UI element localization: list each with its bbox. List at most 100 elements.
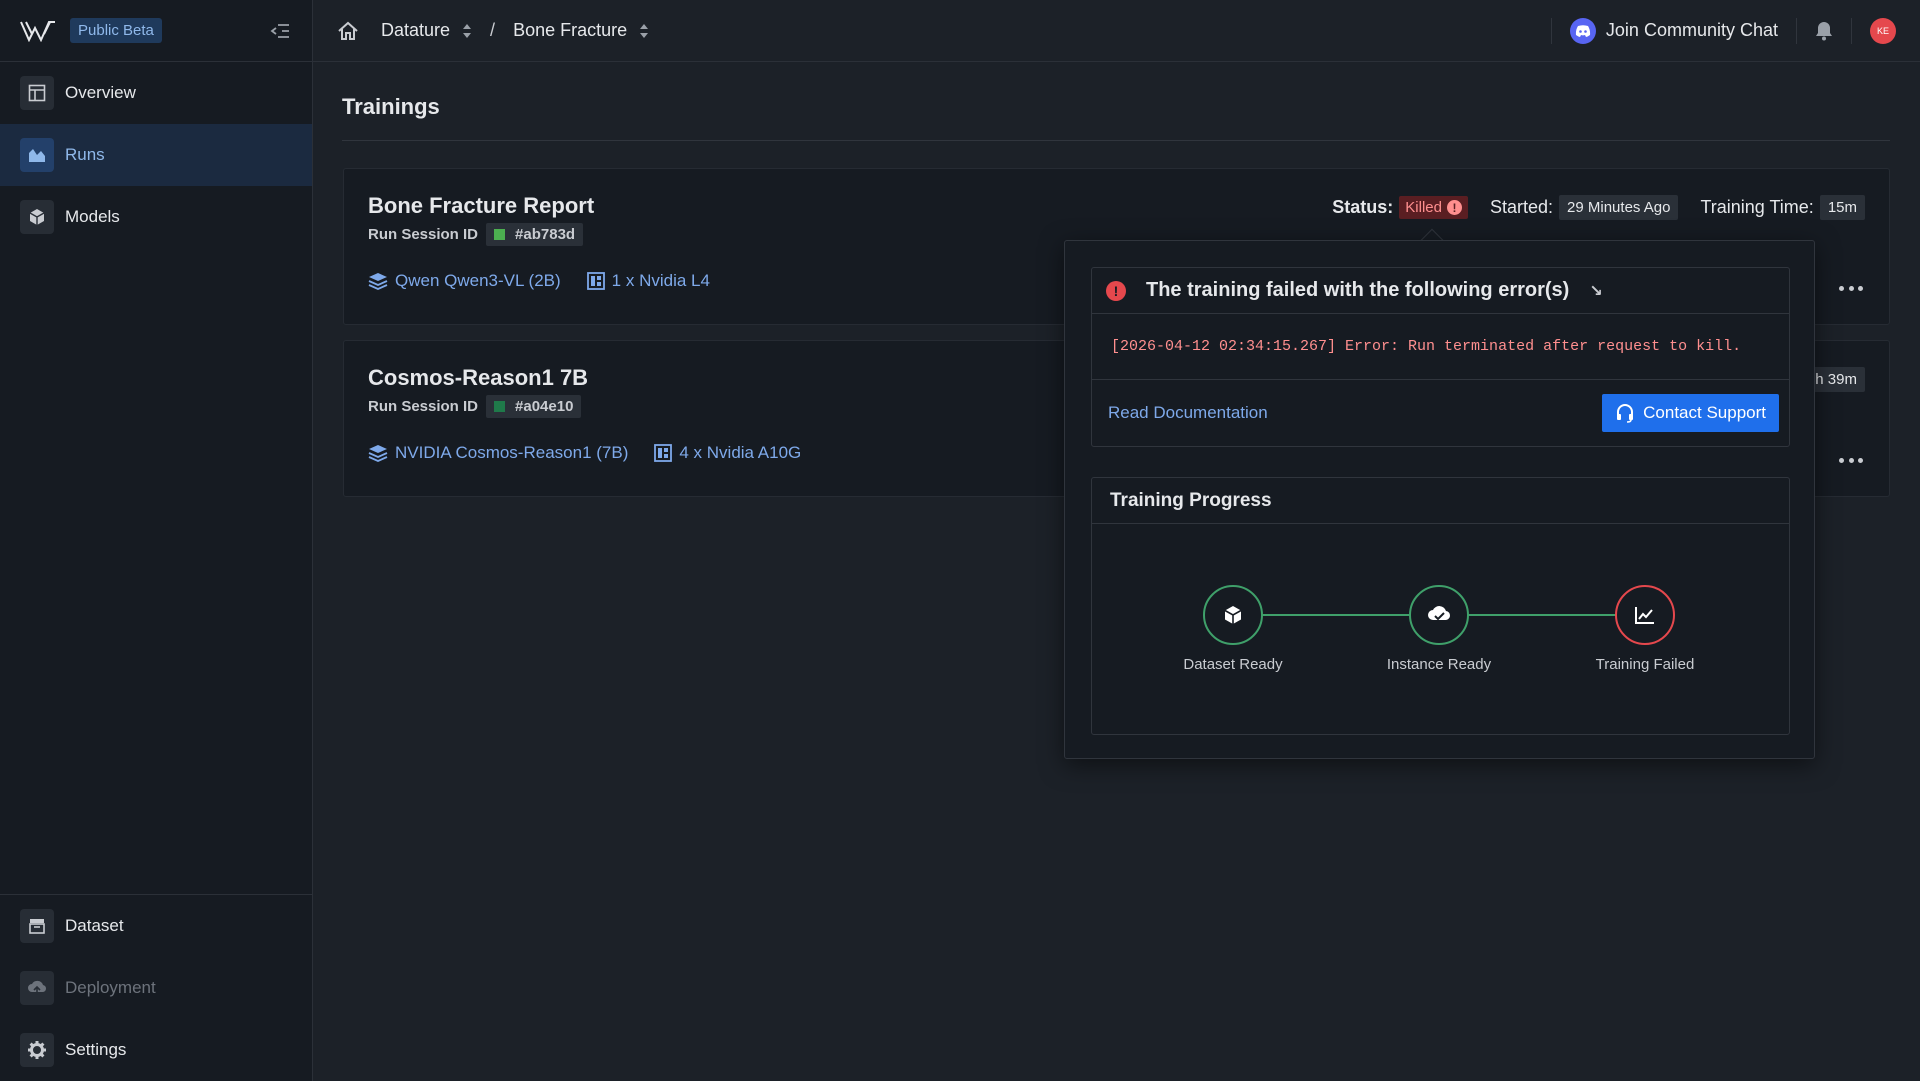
sidebar-item-label: Runs — [65, 145, 105, 164]
models-icon — [20, 200, 54, 234]
run-title: Cosmos-Reason1 7B — [368, 365, 589, 390]
join-community-chat-button[interactable]: Join Community Chat — [1569, 17, 1778, 44]
sidebar-item-label: Settings — [65, 1040, 127, 1059]
run-status-row: h 39m — [1807, 367, 1865, 392]
gear-icon — [20, 1033, 54, 1067]
discord-icon — [1569, 17, 1596, 44]
home-icon[interactable] — [337, 21, 359, 41]
model-link[interactable]: NVIDIA Cosmos-Reason1 (7B) — [368, 443, 628, 463]
page-title: Trainings — [342, 94, 440, 119]
status-badge[interactable]: Killed ! — [1399, 196, 1468, 219]
topbar: Datature / Bone Fracture Join Community … — [313, 0, 1920, 62]
run-meta: NVIDIA Cosmos-Reason1 (7B) 4 x Nvidia A1… — [368, 443, 827, 463]
sort-updown-icon — [639, 23, 649, 39]
run-session: Run Session ID #a04e10 — [368, 395, 582, 418]
training-progress-panel: Training Progress Dataset Ready Instance… — [1091, 477, 1790, 735]
instance-name: 4 x Nvidia A10G — [679, 443, 802, 462]
more-options-icon[interactable] — [1839, 284, 1863, 292]
bell-icon[interactable] — [1815, 21, 1833, 41]
run-title: Bone Fracture Report — [368, 193, 595, 218]
error-message: [2026-04-12 02:34:15.267] Error: Run ter… — [1092, 314, 1789, 380]
training-time-value: h 39m — [1807, 367, 1865, 392]
progress-step-instance: Instance Ready — [1369, 585, 1509, 673]
error-actions: Read Documentation Contact Support — [1092, 380, 1789, 446]
community-label: Join Community Chat — [1605, 20, 1778, 40]
sidebar-item-label: Models — [65, 207, 120, 226]
error-popover: ! The training failed with the following… — [1064, 240, 1815, 759]
sidebar-item-runs[interactable]: Runs — [0, 124, 312, 186]
session-color-swatch — [494, 229, 506, 240]
sidebar-item-models[interactable]: Models — [0, 186, 312, 248]
public-beta-badge: Public Beta — [70, 18, 162, 43]
sidebar: Public Beta Overview Runs Models Dataset — [0, 0, 313, 1081]
model-link[interactable]: Qwen Qwen3-VL (2B) — [368, 271, 561, 291]
step-label: Instance Ready — [1386, 656, 1492, 673]
sidebar-item-settings[interactable]: Settings — [0, 1019, 312, 1081]
run-meta: Qwen Qwen3-VL (2B) 1 x Nvidia L4 — [368, 271, 736, 291]
alert-icon: ! — [1106, 280, 1126, 301]
contact-support-button[interactable]: Contact Support — [1602, 394, 1779, 432]
breadcrumb-project[interactable]: Bone Fracture — [513, 20, 649, 41]
started-label: Started: — [1489, 197, 1554, 217]
progress-step-training: Training Failed — [1575, 585, 1715, 673]
model-name: Qwen Qwen3-VL (2B) — [395, 271, 561, 290]
overview-icon — [20, 76, 54, 110]
instance-link[interactable]: 4 x Nvidia A10G — [654, 443, 801, 463]
started-value: 29 Minutes Ago — [1559, 195, 1679, 220]
title-divider — [342, 140, 1890, 141]
session-id-chip: #a04e10 — [486, 395, 582, 418]
sidebar-item-dataset[interactable]: Dataset — [0, 895, 312, 957]
divider — [1796, 17, 1797, 44]
dataset-ready-icon — [1203, 585, 1263, 645]
sidebar-item-label: Dataset — [65, 916, 124, 935]
read-documentation-link[interactable]: Read Documentation — [1108, 403, 1268, 423]
sidebar-item-overview[interactable]: Overview — [0, 62, 312, 124]
error-panel: ! The training failed with the following… — [1091, 267, 1790, 447]
breadcrumb-workspace[interactable]: Datature — [381, 20, 472, 41]
dataset-icon — [20, 909, 54, 943]
session-color-swatch — [494, 401, 506, 412]
sort-updown-icon — [462, 23, 472, 39]
session-label: Run Session ID — [368, 398, 479, 415]
session-id: #a04e10 — [515, 398, 574, 415]
sidebar-item-label: Overview — [65, 83, 136, 102]
status-text: Killed — [1405, 199, 1442, 216]
status-label: Status: — [1332, 197, 1394, 217]
instance-icon — [654, 444, 673, 462]
instance-link[interactable]: 1 x Nvidia L4 — [586, 271, 710, 291]
breadcrumb-label: Datature — [381, 20, 451, 40]
session-id: #ab783d — [515, 226, 576, 243]
error-header: ! The training failed with the following… — [1092, 268, 1789, 314]
training-time-label: Training Time: — [1700, 197, 1814, 217]
progress-title: Training Progress — [1092, 478, 1789, 524]
support-label: Contact Support — [1643, 403, 1766, 422]
instance-name: 1 x Nvidia L4 — [611, 271, 710, 290]
model-name: NVIDIA Cosmos-Reason1 (7B) — [395, 443, 629, 462]
run-status-row: Status: Killed ! Started: 29 Minutes Ago… — [1332, 195, 1865, 220]
headset-icon — [1617, 404, 1634, 423]
instance-ready-icon — [1409, 585, 1469, 645]
more-options-icon[interactable] — [1839, 456, 1863, 464]
instance-icon — [586, 272, 605, 290]
progress-step-dataset: Dataset Ready — [1163, 585, 1303, 673]
layers-icon — [368, 445, 388, 462]
run-session: Run Session ID #ab783d — [368, 223, 584, 246]
training-time-value: 15m — [1819, 195, 1865, 220]
step-label: Training Failed — [1595, 656, 1695, 673]
session-id-chip: #ab783d — [486, 223, 584, 246]
runs-icon — [20, 138, 54, 172]
datature-logo[interactable] — [20, 20, 56, 42]
expand-arrow-icon[interactable]: ↘ — [1589, 281, 1602, 301]
layers-icon — [368, 273, 388, 290]
sidebar-item-deployment[interactable]: Deployment — [0, 957, 312, 1019]
avatar[interactable]: KE — [1870, 17, 1896, 44]
training-failed-icon — [1615, 585, 1675, 645]
error-icon: ! — [1446, 200, 1462, 215]
breadcrumb-label: Bone Fracture — [513, 20, 628, 40]
breadcrumb-separator: / — [490, 20, 496, 40]
sidebar-bottom: Dataset Deployment Settings — [0, 894, 312, 1081]
divider — [1851, 17, 1852, 44]
brand-bar: Public Beta — [0, 0, 312, 62]
deployment-icon — [20, 971, 54, 1005]
collapse-sidebar-icon[interactable] — [268, 19, 292, 43]
